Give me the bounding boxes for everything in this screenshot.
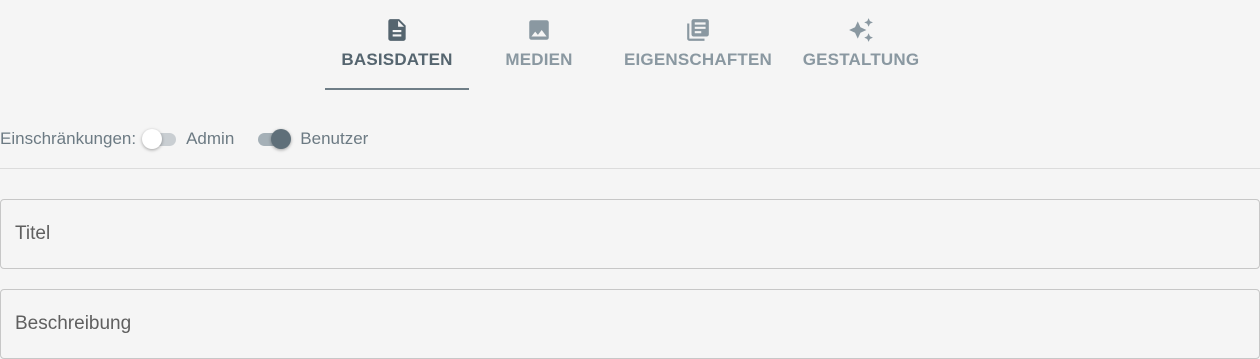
- tab-label: GESTALTUNG: [802, 50, 920, 69]
- tab-label: MEDIEN: [505, 50, 573, 69]
- tab-eigenschaften[interactable]: EIGENSCHAFTEN: [609, 0, 787, 90]
- tab-medien[interactable]: MEDIEN: [469, 0, 609, 90]
- divider: [0, 168, 1260, 169]
- description-input[interactable]: [0, 289, 1260, 359]
- tab-basisdaten[interactable]: BASISDATEN: [325, 0, 469, 90]
- image-icon: [526, 17, 552, 43]
- toggle-thumb: [271, 129, 292, 149]
- tab-label: EIGENSCHAFTEN: [623, 50, 773, 69]
- tab-gestaltung[interactable]: GESTALTUNG: [787, 0, 935, 90]
- page: BASISDATEN MEDIEN EIGENSCHAFTEN GESTALTU…: [0, 0, 1260, 359]
- admin-toggle-label: Admin: [186, 129, 235, 148]
- document-icon: [384, 17, 410, 43]
- library-books-icon: [685, 17, 711, 43]
- sparkles-icon: [848, 17, 874, 43]
- toggle-thumb: [142, 129, 163, 149]
- restrictions-label: Einschränkungen:: [0, 129, 137, 148]
- benutzer-toggle[interactable]: [256, 126, 292, 152]
- active-tab-indicator: [325, 88, 469, 90]
- tab-bar: BASISDATEN MEDIEN EIGENSCHAFTEN GESTALTU…: [325, 0, 935, 90]
- tab-label: BASISDATEN: [341, 50, 453, 69]
- benutzer-toggle-label: Benutzer: [300, 129, 369, 148]
- admin-toggle[interactable]: [142, 126, 177, 152]
- title-input[interactable]: [0, 199, 1260, 269]
- restrictions-row: Einschränkungen: Admin Benutzer: [0, 126, 390, 152]
